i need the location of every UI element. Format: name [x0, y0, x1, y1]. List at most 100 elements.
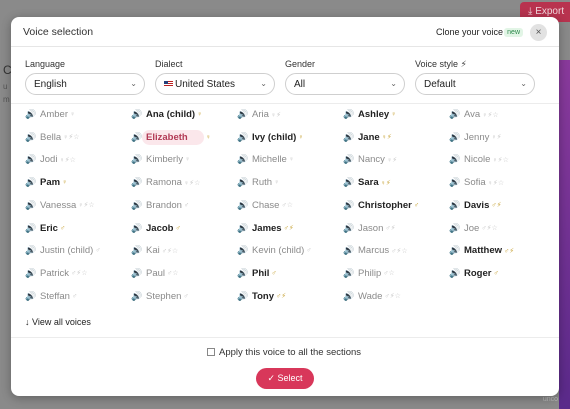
- voice-item[interactable]: 🔊 Wade ♂⚡☆: [343, 291, 401, 307]
- voice-item[interactable]: 🔊 James ♂⚡: [237, 223, 294, 239]
- voice-item[interactable]: 🔊 Jason ♂⚡: [343, 223, 396, 239]
- voice-item[interactable]: 🔊 Ruth ♀: [237, 177, 279, 193]
- speaker-icon[interactable]: 🔊: [237, 200, 248, 211]
- close-icon[interactable]: ×: [530, 24, 547, 41]
- voice-item[interactable]: 🔊 Jacob ♂: [131, 223, 181, 239]
- speaker-icon[interactable]: 🔊: [237, 223, 248, 234]
- speaker-icon[interactable]: 🔊: [449, 245, 460, 256]
- voice-item[interactable]: 🔊 Tony ♂⚡: [237, 291, 286, 307]
- voice-tags: ♂: [183, 201, 190, 209]
- speaker-icon[interactable]: 🔊: [131, 109, 142, 120]
- speaker-icon[interactable]: 🔊: [131, 268, 142, 279]
- voice-item[interactable]: 🔊 Pam ♀: [25, 177, 67, 193]
- speaker-icon[interactable]: 🔊: [343, 223, 354, 234]
- voice-item[interactable]: 🔊 Elizabeth ♀: [131, 129, 211, 148]
- voice-item[interactable]: 🔊 Vanessa ♀⚡☆: [25, 200, 95, 216]
- voice-item[interactable]: 🔊 Sofia ♀⚡☆: [449, 177, 504, 193]
- speaker-icon[interactable]: 🔊: [449, 132, 460, 143]
- voice-item[interactable]: 🔊 Aria ♀⚡: [237, 109, 281, 125]
- voice-item[interactable]: 🔊 Kevin (child) ♂: [237, 245, 312, 261]
- voice-item[interactable]: 🔊 Stephen ♂: [131, 291, 189, 307]
- voice-item[interactable]: 🔊 Ramona ♀⚡☆: [131, 177, 200, 193]
- voice-item[interactable]: 🔊 Ivy (child) ♀: [237, 132, 304, 148]
- speaker-icon[interactable]: 🔊: [449, 154, 460, 165]
- speaker-icon[interactable]: 🔊: [131, 154, 142, 165]
- view-all-voices-link[interactable]: ↓ View all voices: [25, 317, 91, 327]
- voice-item[interactable]: 🔊 Paul ♂☆: [131, 268, 179, 284]
- voice-item[interactable]: 🔊 Justin (child) ♂: [25, 245, 101, 261]
- apply-all-checkbox[interactable]: [207, 348, 215, 356]
- speaker-icon[interactable]: 🔊: [449, 223, 460, 234]
- dialect-select[interactable]: United States ⌄: [155, 73, 275, 95]
- voice-item[interactable]: 🔊 Michelle ♀: [237, 154, 294, 170]
- voice-item[interactable]: 🔊 Christopher ♂: [343, 200, 419, 216]
- speaker-icon[interactable]: 🔊: [449, 109, 460, 120]
- voice-item[interactable]: 🔊 Brandon ♂: [131, 200, 189, 216]
- speaker-icon[interactable]: 🔊: [449, 200, 460, 211]
- voice-item[interactable]: 🔊 Davis ♂⚡: [449, 200, 502, 216]
- speaker-icon[interactable]: 🔊: [25, 154, 36, 165]
- speaker-icon[interactable]: 🔊: [25, 109, 36, 120]
- speaker-icon[interactable]: 🔊: [25, 245, 36, 256]
- speaker-icon[interactable]: 🔊: [237, 245, 248, 256]
- speaker-icon[interactable]: 🔊: [131, 245, 142, 256]
- speaker-icon[interactable]: 🔊: [343, 132, 354, 143]
- voice-item[interactable]: 🔊 Jenny ♀⚡: [449, 132, 502, 148]
- voice-item[interactable]: 🔊 Ava ♀⚡☆: [449, 109, 499, 125]
- voice-item[interactable]: 🔊 Marcus ♂⚡☆: [343, 245, 408, 261]
- voice-item[interactable]: 🔊 Eric ♂: [25, 223, 65, 239]
- speaker-icon[interactable]: 🔊: [449, 177, 460, 188]
- voice-item[interactable]: 🔊 Jodi ♀⚡☆: [25, 154, 76, 170]
- voice-item[interactable]: 🔊 Joe ♂⚡☆: [449, 223, 498, 239]
- voice-item[interactable]: 🔊 Nicole ♀⚡☆: [449, 154, 509, 170]
- speaker-icon[interactable]: 🔊: [131, 177, 142, 188]
- speaker-icon[interactable]: 🔊: [343, 291, 354, 302]
- select-button[interactable]: ✓ Select: [256, 368, 314, 389]
- voice-item[interactable]: 🔊 Philip ♂☆: [343, 268, 395, 284]
- speaker-icon[interactable]: 🔊: [237, 154, 248, 165]
- speaker-icon[interactable]: 🔊: [25, 132, 36, 143]
- language-select[interactable]: English ⌄: [25, 73, 145, 95]
- voice-item[interactable]: 🔊 Ana (child) ♀: [131, 109, 202, 125]
- speaker-icon[interactable]: 🔊: [237, 109, 248, 120]
- voice-item[interactable]: 🔊 Nancy ♀⚡: [343, 154, 397, 170]
- voice-item[interactable]: 🔊 Bella ♀⚡☆: [25, 132, 80, 148]
- voice-item[interactable]: 🔊 Chase ♂☆: [237, 200, 293, 216]
- voice-item[interactable]: 🔊 Amber ♀: [25, 109, 75, 125]
- voice-item[interactable]: 🔊 Phil ♂: [237, 268, 277, 284]
- apply-all-sections[interactable]: Apply this voice to all the sections: [207, 347, 361, 358]
- speaker-icon[interactable]: 🔊: [343, 109, 354, 120]
- gender-select[interactable]: All ⌄: [285, 73, 405, 95]
- speaker-icon[interactable]: 🔊: [131, 132, 142, 143]
- speaker-icon[interactable]: 🔊: [25, 268, 36, 279]
- speaker-icon[interactable]: 🔊: [343, 268, 354, 279]
- speaker-icon[interactable]: 🔊: [237, 268, 248, 279]
- clone-voice-link[interactable]: Clone your voice: [436, 27, 503, 37]
- speaker-icon[interactable]: 🔊: [343, 245, 354, 256]
- voice-item[interactable]: 🔊 Sara ♀⚡: [343, 177, 391, 193]
- speaker-icon[interactable]: 🔊: [25, 200, 36, 211]
- speaker-icon[interactable]: 🔊: [25, 291, 36, 302]
- speaker-icon[interactable]: 🔊: [343, 154, 354, 165]
- speaker-icon[interactable]: 🔊: [449, 268, 460, 279]
- speaker-icon[interactable]: 🔊: [237, 177, 248, 188]
- speaker-icon[interactable]: 🔊: [131, 291, 142, 302]
- voice-item[interactable]: 🔊 Kimberly ♀: [131, 154, 190, 170]
- voice-style-select[interactable]: Default ⌄: [415, 73, 535, 95]
- speaker-icon[interactable]: 🔊: [131, 200, 142, 211]
- speaker-icon[interactable]: 🔊: [131, 223, 142, 234]
- voice-item[interactable]: 🔊 Kai ♂⚡☆: [131, 245, 178, 261]
- speaker-icon[interactable]: 🔊: [237, 132, 248, 143]
- speaker-icon[interactable]: 🔊: [237, 291, 248, 302]
- voice-name: Ramona: [146, 177, 182, 189]
- voice-item[interactable]: 🔊 Roger ♂: [449, 268, 499, 284]
- speaker-icon[interactable]: 🔊: [343, 177, 354, 188]
- speaker-icon[interactable]: 🔊: [25, 223, 36, 234]
- speaker-icon[interactable]: 🔊: [343, 200, 354, 211]
- voice-item[interactable]: 🔊 Ashley ♀: [343, 109, 396, 125]
- voice-item[interactable]: 🔊 Patrick ♂⚡☆: [25, 268, 88, 284]
- voice-item[interactable]: 🔊 Steffan ♂: [25, 291, 77, 307]
- voice-item[interactable]: 🔊 Jane ♀⚡: [343, 132, 392, 148]
- voice-item[interactable]: 🔊 Matthew ♂⚡: [449, 245, 514, 261]
- speaker-icon[interactable]: 🔊: [25, 177, 36, 188]
